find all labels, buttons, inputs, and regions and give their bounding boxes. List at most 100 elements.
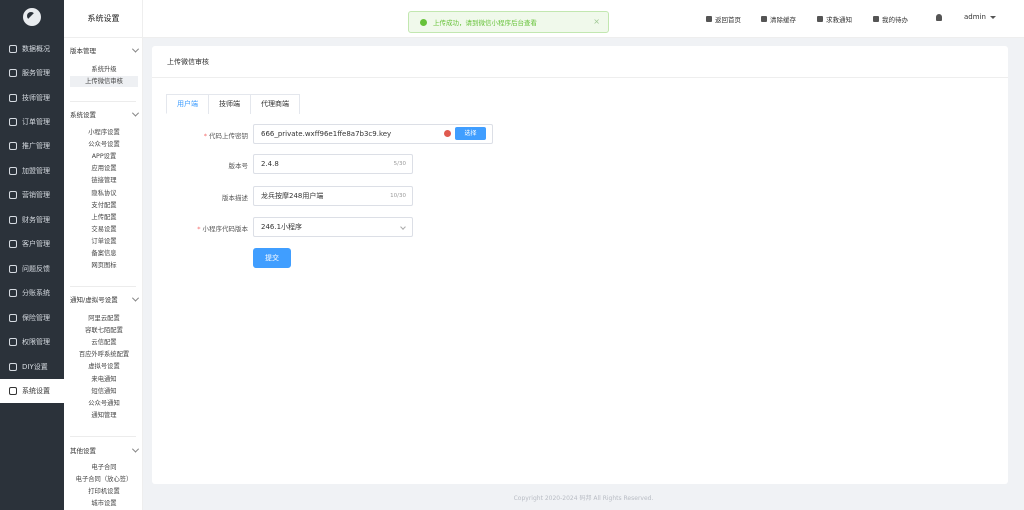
nav-item-5[interactable]: 加盟管理: [0, 159, 64, 183]
sub-item[interactable]: 电子合同（放心签）: [70, 474, 138, 485]
sub-sidebar-title: 系统设置: [64, 0, 142, 38]
nav-item-label: 问题反馈: [22, 265, 50, 273]
sub-item[interactable]: 应用设置: [70, 163, 138, 174]
nav-item-label: 加盟管理: [22, 167, 50, 175]
nav-item-1[interactable]: 服务管理: [0, 61, 64, 85]
user-menu[interactable]: admin: [964, 13, 996, 21]
sub-item[interactable]: 阿里云配置: [70, 313, 138, 324]
sub-item[interactable]: 短信通知: [70, 386, 138, 397]
sub-sidebar: 系统设置 版本管理 系统升级 上传微信审核 系统设置 小程序设置 公众号设置 APP设置 应用…: [64, 0, 143, 510]
client-tabs: 用户端 技师端 代理商端: [166, 94, 300, 114]
feedback-icon: [9, 265, 17, 273]
sub-item[interactable]: 链接管理: [70, 175, 138, 186]
home-icon: [706, 16, 712, 22]
sub-group-3[interactable]: 其他设置: [70, 444, 140, 456]
nav-item-3[interactable]: 订单管理: [0, 110, 64, 134]
sub-item[interactable]: 来电通知: [70, 374, 138, 385]
sub-group-1[interactable]: 系统设置: [70, 108, 140, 120]
diy-icon: [9, 363, 17, 371]
divider: [70, 436, 136, 437]
nav-item-13[interactable]: DIY设置: [0, 355, 64, 379]
chevron-down-icon: [131, 445, 140, 453]
desc-label: 版本描述: [222, 194, 248, 202]
toast-message: 上传成功，请到微信小程序后台查看: [433, 19, 537, 27]
toast-close-icon[interactable]: ×: [593, 17, 600, 26]
desc-input[interactable]: 龙兵按摩248用户端 10/30: [253, 186, 413, 206]
sub-item[interactable]: 备案信息: [70, 248, 138, 259]
submit-button[interactable]: 提交: [253, 248, 291, 268]
todo-link[interactable]: 我的待办: [873, 13, 908, 25]
sub-item[interactable]: 云信配置: [70, 337, 138, 348]
nav-item-label: 推广管理: [22, 142, 50, 150]
desc-count: 10/30: [390, 193, 406, 199]
sos-notice-link[interactable]: 求救通知: [817, 13, 852, 25]
sub-item[interactable]: 隐私协议: [70, 188, 138, 199]
tab-technician[interactable]: 技师端: [208, 94, 251, 114]
sub-item[interactable]: 虚拟号设置: [70, 361, 138, 372]
dashboard-icon: [9, 45, 17, 53]
card-title: 上传微信审核: [152, 46, 1008, 78]
choose-file-button[interactable]: 选择: [455, 127, 486, 140]
sos-icon: [817, 16, 823, 22]
logo[interactable]: [23, 8, 41, 26]
settings-icon: [9, 387, 17, 395]
marketing-icon: [9, 191, 17, 199]
sub-item[interactable]: 百应外呼系统配置: [70, 349, 138, 360]
service-icon: [9, 69, 17, 77]
sub-item[interactable]: 容联七陌配置: [70, 325, 138, 336]
franchise-icon: [9, 167, 17, 175]
clear-cache-link[interactable]: 清除缓存: [761, 13, 796, 25]
hourglass-icon: [873, 16, 879, 22]
sub-group-2[interactable]: 通知/虚拟号设置: [70, 293, 140, 305]
sub-item[interactable]: 系统升级: [70, 64, 138, 75]
nav-item-0[interactable]: 数据概况: [0, 37, 64, 61]
sub-item[interactable]: 订单设置: [70, 236, 138, 247]
sub-item[interactable]: 公众号通知: [70, 398, 138, 409]
nav-item-8[interactable]: 客户管理: [0, 232, 64, 256]
nav-item-12[interactable]: 权限管理: [0, 330, 64, 354]
sub-item[interactable]: 打印机设置: [70, 486, 138, 497]
nav-item-7[interactable]: 财务管理: [0, 208, 64, 232]
tab-user[interactable]: 用户端: [166, 94, 209, 114]
nav-item-10[interactable]: 分账系统: [0, 281, 64, 305]
key-file-value: 666_private.wxff96e1ffe8a7b3c9.key: [261, 130, 392, 138]
insurance-icon: [9, 314, 17, 322]
bell-icon[interactable]: [936, 14, 942, 21]
divider: [70, 101, 136, 102]
nav-item-4[interactable]: 推广管理: [0, 134, 64, 158]
sub-item[interactable]: APP设置: [70, 151, 138, 162]
chevron-down-icon: [131, 109, 140, 117]
nav-item-6[interactable]: 营销管理: [0, 183, 64, 207]
nav-item-9[interactable]: 问题反馈: [0, 257, 64, 281]
sub-item[interactable]: 公众号设置: [70, 139, 138, 150]
sub-item[interactable]: 城市设置: [70, 498, 138, 509]
code-version-select[interactable]: 246.1小程序: [253, 217, 413, 237]
customer-icon: [9, 240, 17, 248]
sub-item[interactable]: 支付配置: [70, 200, 138, 211]
version-count: 5/30: [393, 161, 406, 167]
sub-item[interactable]: 网页图标: [70, 260, 138, 271]
sub-item[interactable]: 上传微信审核: [70, 76, 138, 88]
version-value: 2.4.8: [261, 160, 279, 168]
nav-item-label: 数据概况: [22, 45, 50, 53]
sub-item[interactable]: 交易设置: [70, 224, 138, 235]
clear-icon[interactable]: [444, 130, 451, 137]
sub-item[interactable]: 上传配置: [70, 212, 138, 223]
nav-item-2[interactable]: 技师管理: [0, 86, 64, 110]
success-icon: [420, 18, 427, 26]
version-label: 版本号: [228, 162, 249, 170]
nav-item-11[interactable]: 保险管理: [0, 306, 64, 330]
home-link[interactable]: 返回首页: [706, 13, 741, 25]
split-icon: [9, 289, 17, 297]
key-label: * 代码上传密钥: [203, 132, 248, 140]
nav-item-label: DIY设置: [22, 363, 48, 371]
code-version-value: 246.1小程序: [261, 223, 303, 231]
tab-agent[interactable]: 代理商端: [250, 94, 300, 114]
sub-item[interactable]: 小程序设置: [70, 127, 138, 138]
permission-icon: [9, 338, 17, 346]
version-input[interactable]: 2.4.8 5/30: [253, 154, 413, 174]
sub-group-0[interactable]: 版本管理: [70, 44, 140, 56]
sub-item[interactable]: 通知管理: [70, 410, 138, 421]
nav-item-14[interactable]: 系统设置: [0, 379, 64, 403]
sub-item[interactable]: 电子合同: [70, 462, 138, 473]
